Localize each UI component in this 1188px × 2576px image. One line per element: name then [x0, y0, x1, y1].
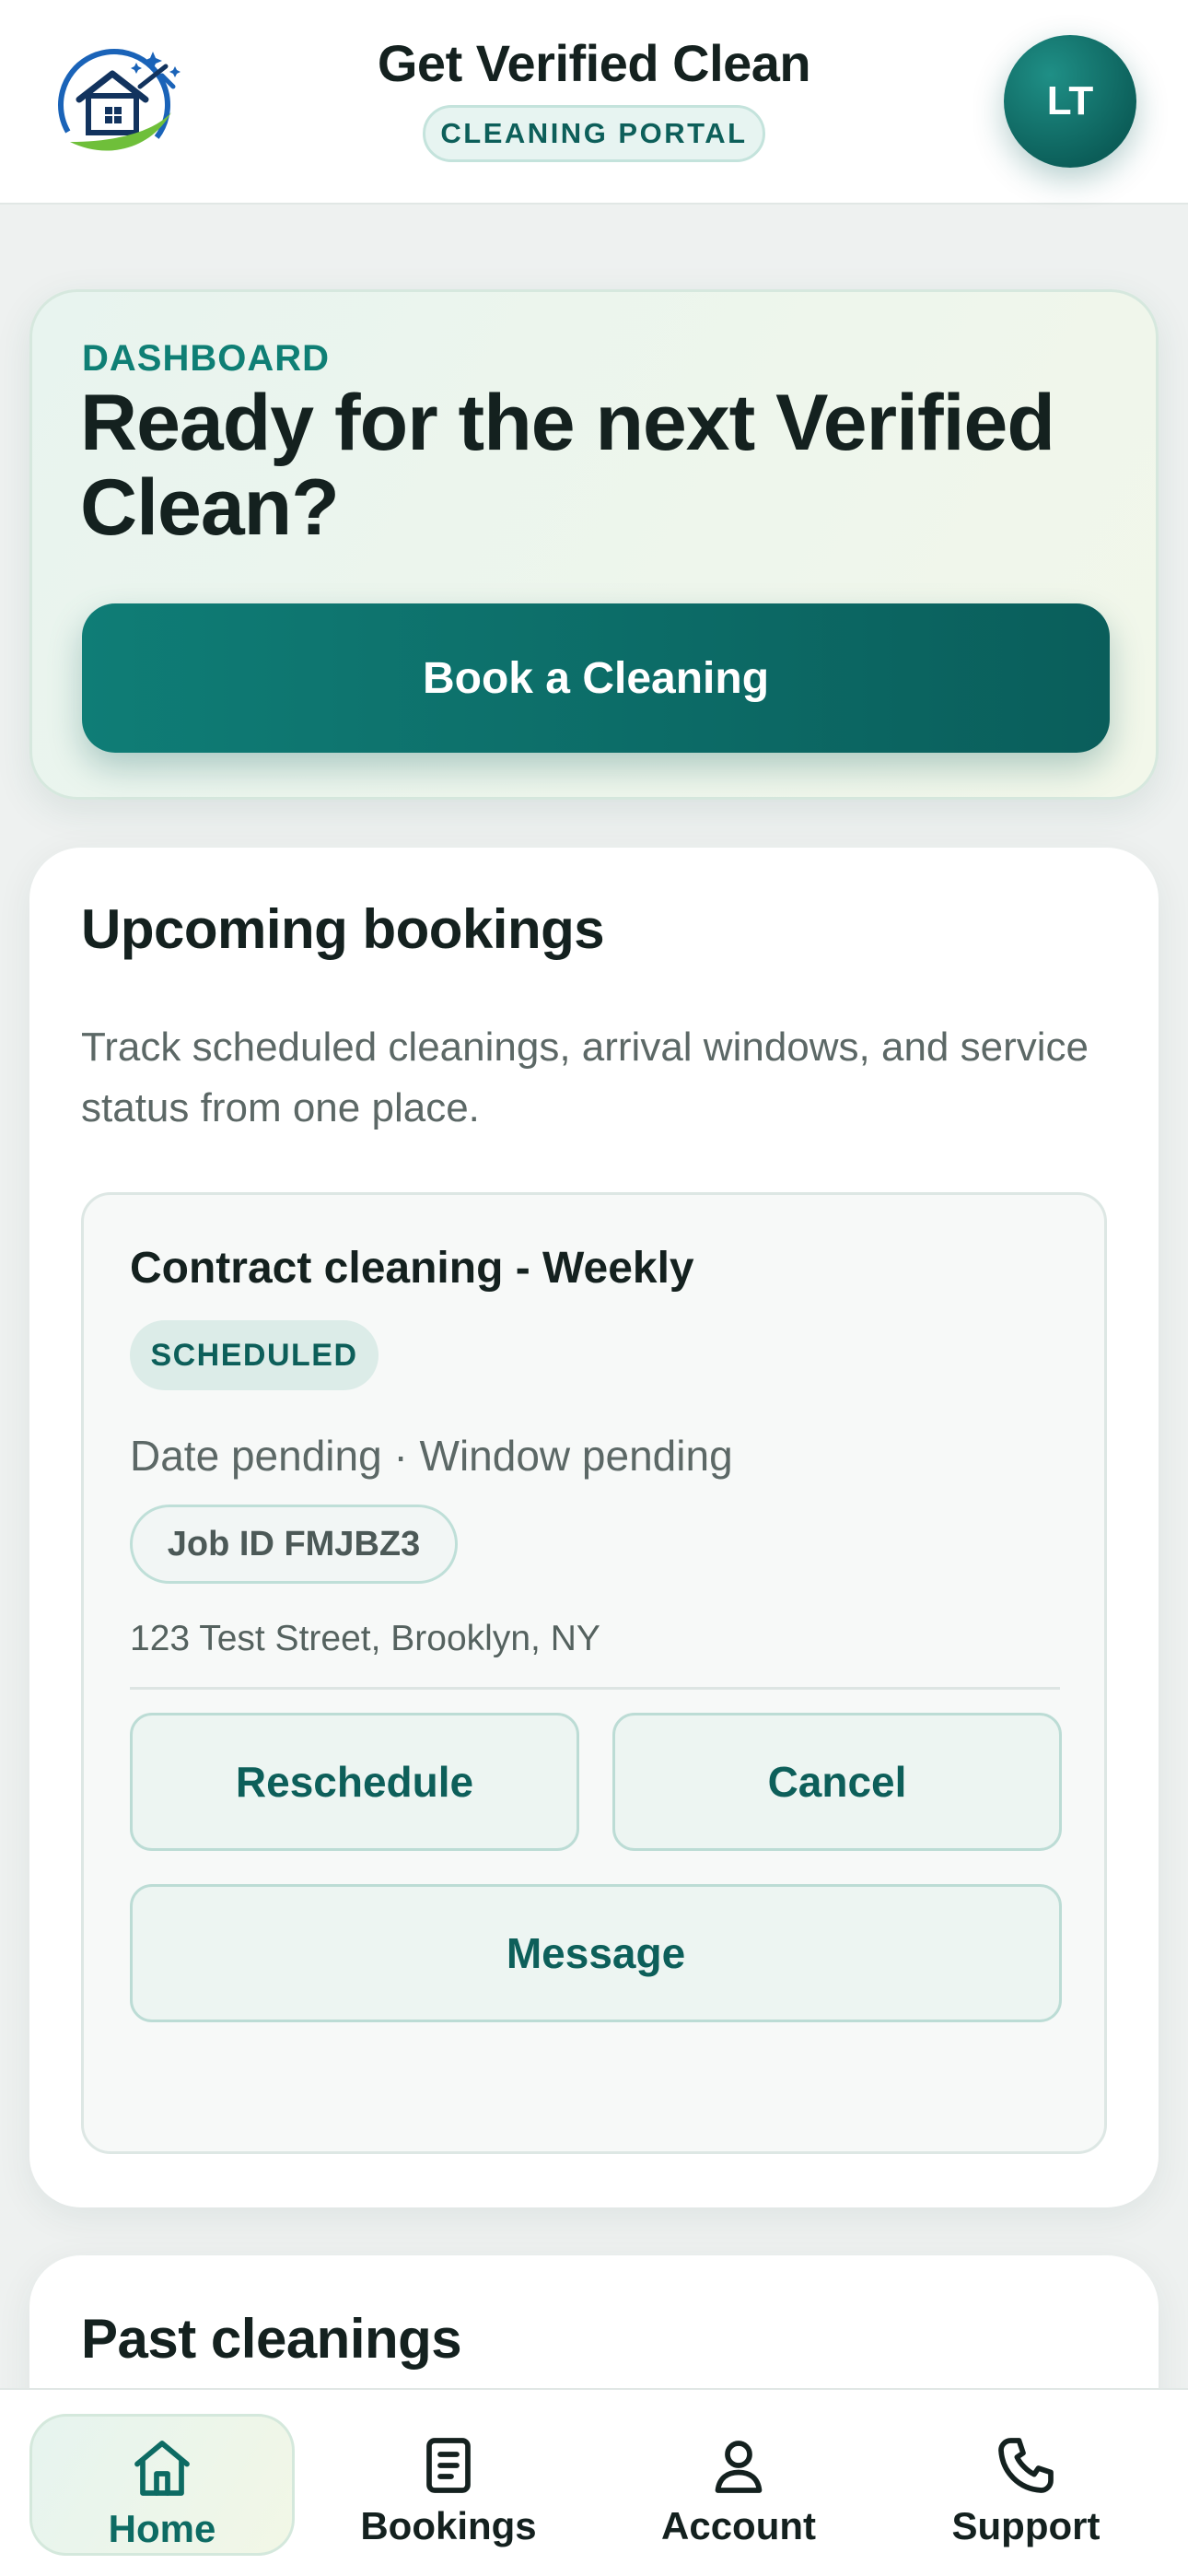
card-divider — [130, 1687, 1060, 1690]
cancel-button[interactable]: Cancel — [612, 1713, 1062, 1851]
nav-label-home: Home — [108, 2507, 216, 2550]
upcoming-bookings-section: Upcoming bookings Track scheduled cleani… — [29, 848, 1159, 2207]
nav-label-bookings: Bookings — [360, 2504, 537, 2547]
booking-name: Contract cleaning - Weekly — [130, 1244, 694, 1293]
message-button[interactable]: Message — [130, 1884, 1062, 2022]
upcoming-bookings-description: Track scheduled cleanings, arrival windo… — [81, 1025, 1089, 1130]
past-cleanings-title: Past cleanings — [81, 2308, 462, 2370]
portal-badge: CLEANING PORTAL — [423, 105, 765, 162]
home-icon — [129, 2435, 195, 2501]
status-badge: SCHEDULED — [130, 1320, 379, 1390]
booking-schedule: Date pending · Window pending — [130, 1432, 733, 1480]
nav-label-account: Account — [661, 2504, 816, 2547]
job-id-badge: Job ID FMJBZ3 — [130, 1505, 458, 1584]
book-cleaning-button[interactable]: Book a Cleaning — [82, 603, 1110, 753]
reschedule-button[interactable]: Reschedule — [130, 1713, 579, 1851]
upcoming-bookings-title: Upcoming bookings — [81, 898, 605, 960]
nav-item-support[interactable]: Support — [893, 2414, 1159, 2556]
nav-item-bookings[interactable]: Bookings — [316, 2414, 581, 2556]
booking-card: Contract cleaning - Weekly SCHEDULED Dat… — [81, 1192, 1107, 2154]
phone-icon — [993, 2432, 1059, 2499]
document-icon — [415, 2432, 482, 2499]
user-avatar[interactable]: LT — [1004, 35, 1136, 168]
user-icon — [705, 2432, 772, 2499]
hero-title: Ready for the next Verified Clean? — [80, 379, 1055, 552]
app-header: Get Verified Clean CLEANING PORTAL LT — [0, 0, 1188, 205]
nav-label-support: Support — [951, 2504, 1101, 2547]
booking-address: 123 Test Street, Brooklyn, NY — [130, 1619, 600, 1658]
dashboard-hero-card: DASHBOARD Ready for the next Verified Cl… — [29, 289, 1159, 800]
dashboard-kicker: DASHBOARD — [82, 338, 330, 379]
nav-item-home[interactable]: Home — [29, 2414, 295, 2556]
bottom-navigation: Home Bookings Account Support — [0, 2388, 1188, 2576]
nav-item-account[interactable]: Account — [606, 2414, 871, 2556]
